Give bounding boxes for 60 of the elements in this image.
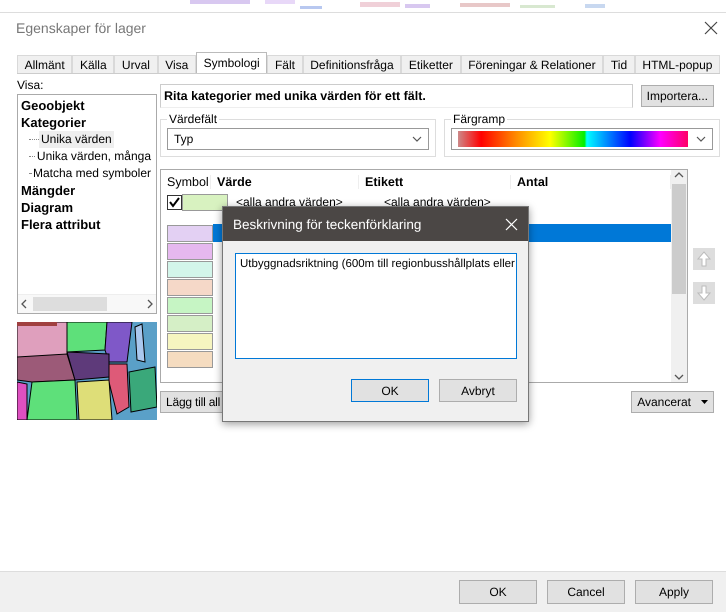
column-header[interactable]: Värde	[211, 175, 359, 189]
table-cell-text: <alla andra värden>	[384, 195, 492, 209]
apply-button[interactable]: Apply	[635, 580, 713, 604]
ok-button[interactable]: OK	[459, 580, 537, 604]
tab[interactable]: HTML-popup	[634, 55, 720, 73]
description-text: Rita kategorier med unika värden för ett fält.	[160, 84, 633, 108]
show-label: Visa:	[17, 78, 44, 92]
checkbox[interactable]	[167, 194, 182, 210]
description-input[interactable]: Utbyggnadsriktning (600m till regionbusshållplats eller	[235, 253, 517, 359]
symbol-swatch[interactable]	[167, 224, 213, 242]
scroll-left-icon[interactable]	[21, 299, 27, 309]
column-header[interactable]: Etikett	[359, 175, 511, 189]
tree-item[interactable]: Geoobjekt	[21, 97, 153, 114]
caret-icon[interactable]	[412, 136, 422, 142]
symbol-swatch[interactable]	[182, 194, 228, 210]
dialog-title: Beskrivning för teckenförklaring	[233, 216, 422, 232]
scroll-up-icon[interactable]	[674, 170, 684, 180]
value-field-dropdown[interactable]: Typ	[167, 128, 429, 150]
symbol-swatch[interactable]	[167, 350, 213, 368]
tab[interactable]: Tid	[603, 55, 635, 73]
tree-item[interactable]: Unika värden, många	[34, 148, 153, 165]
tab[interactable]: Urval	[114, 55, 158, 73]
tab[interactable]: Etiketter	[401, 55, 461, 73]
caret-icon[interactable]	[701, 400, 708, 404]
symbol-swatch[interactable]	[167, 242, 213, 260]
caret-icon[interactable]	[696, 136, 706, 142]
horizontal-scrollbar[interactable]	[18, 294, 156, 313]
confirm-button[interactable]: OK	[351, 379, 429, 402]
symbol-swatch[interactable]	[167, 332, 213, 350]
cancel-button[interactable]: Cancel	[547, 580, 625, 604]
tab[interactable]: Källa	[72, 55, 114, 73]
tab[interactable]: Definitionsfråga	[302, 55, 402, 73]
abort-button[interactable]: Avbryt	[439, 379, 517, 402]
tree-item[interactable]: Mängder	[21, 182, 153, 199]
tree-item[interactable]: Flera attribut	[21, 216, 153, 233]
window-title: Egenskaper för lager	[16, 20, 146, 36]
group-label: Färgramp	[452, 112, 506, 126]
table-cell-text: <alla andra värden>	[236, 195, 344, 209]
tab[interactable]: Symbologi	[196, 52, 268, 73]
tab[interactable]: Allmänt	[17, 55, 72, 73]
vertical-scrollbar[interactable]	[671, 170, 687, 382]
symbol-swatch[interactable]	[167, 260, 213, 278]
advanced-button[interactable]: Avancerat	[631, 391, 714, 413]
tree-item[interactable]: Diagram	[21, 199, 153, 216]
import-button[interactable]: Importera...	[640, 85, 714, 107]
tree-item[interactable]: Matcha med symboler	[30, 165, 153, 182]
tree-item[interactable]: Kategorier	[21, 114, 153, 131]
scroll-down-icon[interactable]	[674, 372, 684, 382]
tab[interactable]: Föreningar & Relationer	[460, 55, 604, 73]
color-ramp-dropdown[interactable]	[451, 128, 713, 150]
symbol-swatch[interactable]	[167, 296, 213, 314]
symbol-swatch[interactable]	[167, 278, 213, 296]
tree-item[interactable]: Unika värden	[39, 131, 114, 148]
close-icon[interactable]	[704, 21, 718, 35]
symbol-swatch[interactable]	[167, 314, 213, 332]
scroll-right-icon[interactable]	[147, 299, 153, 309]
column-header[interactable]: Symbol	[161, 175, 211, 189]
group-label: Värdefält	[168, 112, 218, 126]
tab[interactable]: Fält	[267, 55, 303, 73]
tab[interactable]: Visa	[158, 55, 196, 73]
